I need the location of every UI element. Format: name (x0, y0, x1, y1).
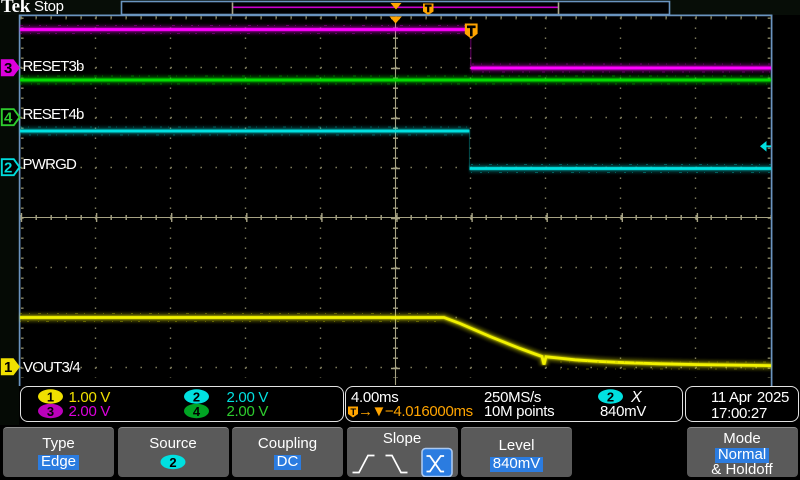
svg-text:3: 3 (47, 404, 54, 419)
svg-text:T: T (350, 407, 356, 418)
svg-text:2: 2 (169, 455, 176, 470)
svg-text:2: 2 (193, 389, 200, 404)
svg-text:4: 4 (193, 404, 201, 419)
svg-text:1: 1 (47, 389, 54, 404)
